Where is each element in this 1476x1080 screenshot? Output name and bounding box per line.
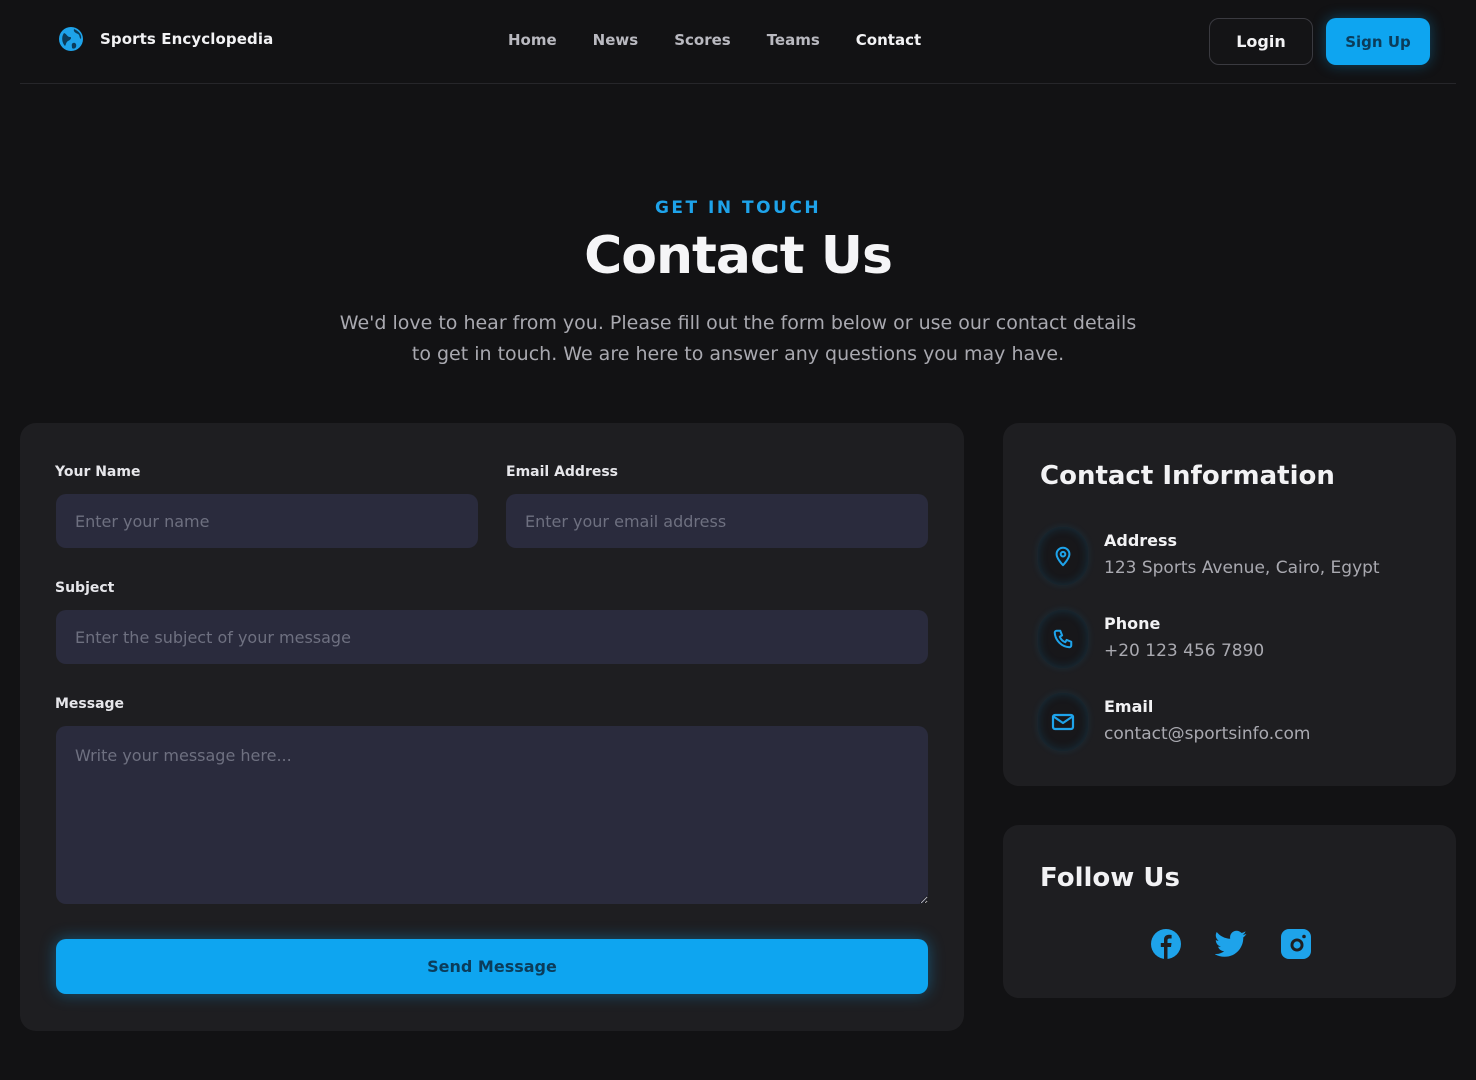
phone-value[interactable]: +20 123 456 7890 <box>1104 641 1264 661</box>
page-title: Contact Us <box>584 226 893 286</box>
nav-item-contact[interactable]: Contact <box>856 31 921 49</box>
contact-form-card: Your Name Email Address Subject Message … <box>20 423 964 1031</box>
email-label: Email Address <box>506 464 619 480</box>
signup-button[interactable]: Sign Up <box>1326 18 1430 65</box>
nav-item-scores[interactable]: Scores <box>674 31 731 49</box>
contact-email: Email contact@sportsinfo.com <box>1038 693 1438 763</box>
social-links <box>1149 927 1344 961</box>
globe-icon <box>58 26 84 52</box>
subject-input[interactable] <box>56 610 928 664</box>
name-label: Your Name <box>55 464 141 480</box>
page-intro: We'd love to hear from you. Please fill … <box>339 312 1137 365</box>
follow-us-card: Follow Us <box>1003 825 1456 998</box>
email-value[interactable]: contact@sportsinfo.com <box>1104 724 1310 744</box>
instagram-icon[interactable] <box>1279 927 1313 961</box>
map-pin-icon <box>1038 527 1088 585</box>
contact-info-title: Contact Information <box>1040 461 1335 491</box>
nav-item-home[interactable]: Home <box>508 31 557 49</box>
address-value: 123 Sports Avenue, Cairo, Egypt <box>1104 558 1380 578</box>
mail-icon <box>1038 693 1088 751</box>
facebook-icon[interactable] <box>1149 927 1183 961</box>
nav-item-teams[interactable]: Teams <box>767 31 820 49</box>
contact-phone: Phone +20 123 456 7890 <box>1038 610 1438 680</box>
message-label: Message <box>55 696 125 712</box>
contact-address: Address 123 Sports Avenue, Cairo, Egypt <box>1038 527 1438 597</box>
top-navbar: Sports Encyclopedia Home News Scores Tea… <box>20 0 1456 84</box>
message-textarea[interactable] <box>56 726 928 904</box>
email-input[interactable] <box>506 494 928 548</box>
twitter-icon[interactable] <box>1214 927 1248 961</box>
contact-info-card: Contact Information Address 123 Sports A… <box>1003 423 1456 786</box>
subject-label: Subject <box>55 580 115 596</box>
email-label-info: Email <box>1104 697 1154 716</box>
phone-icon <box>1038 610 1088 668</box>
name-input[interactable] <box>56 494 478 548</box>
send-message-button[interactable]: Send Message <box>56 939 928 994</box>
brand[interactable]: Sports Encyclopedia <box>58 26 273 52</box>
main-nav: Home News Scores Teams Contact <box>508 31 957 49</box>
nav-item-news[interactable]: News <box>593 31 639 49</box>
brand-name: Sports Encyclopedia <box>100 30 274 48</box>
phone-label: Phone <box>1104 614 1161 633</box>
login-button[interactable]: Login <box>1209 18 1313 65</box>
section-eyebrow: GET IN TOUCH <box>654 198 822 218</box>
follow-us-title: Follow Us <box>1040 863 1180 893</box>
address-label: Address <box>1104 531 1178 550</box>
